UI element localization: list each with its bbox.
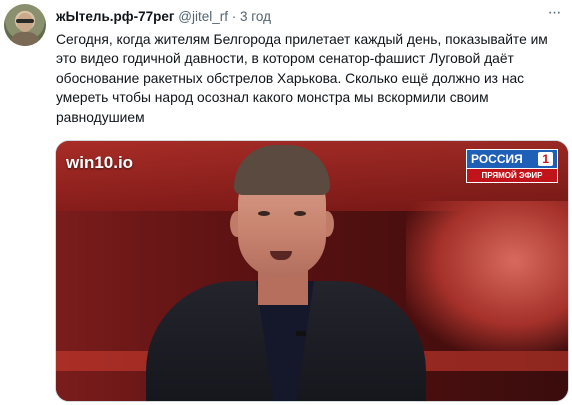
lapel-microphone bbox=[296, 331, 306, 336]
author-name[interactable]: жЫтель.рф-77рег bbox=[56, 9, 174, 24]
studio-light bbox=[406, 201, 568, 351]
speaker-figure bbox=[146, 141, 426, 401]
author-avatar[interactable] bbox=[4, 4, 46, 46]
channel-logo: РОССИЯ 1 ПРЯМОЙ ЭФИР bbox=[466, 149, 558, 183]
tweet-text: Сегодня, когда жителям Белгорода прилета… bbox=[56, 30, 564, 127]
separator-dot: · bbox=[231, 9, 237, 24]
tweet-header: жЫтель.рф-77рег @jitel_rf · 3 год bbox=[56, 9, 271, 24]
video-thumbnail[interactable]: win10.io РОССИЯ 1 ПРЯМОЙ ЭФИР bbox=[55, 140, 569, 402]
channel-name: РОССИЯ bbox=[471, 152, 523, 166]
more-options-icon[interactable]: ··· bbox=[544, 5, 564, 22]
channel-number: 1 bbox=[538, 152, 553, 166]
avatar-sunglasses bbox=[16, 19, 34, 23]
tweet-body: Сегодня, когда жителям Белгорода прилета… bbox=[56, 32, 548, 125]
watermark-text: win10.io bbox=[66, 153, 134, 172]
author-handle[interactable]: @jitel_rf bbox=[178, 9, 228, 24]
live-label: ПРЯМОЙ ЭФИР bbox=[466, 169, 558, 183]
speaker-hair bbox=[234, 145, 330, 195]
avatar-body bbox=[10, 32, 40, 46]
speaker-eye-right bbox=[294, 211, 306, 216]
speaker-eye-left bbox=[258, 211, 270, 216]
tweet-timestamp[interactable]: 3 год bbox=[240, 9, 271, 24]
channel-logo-top: РОССИЯ 1 bbox=[466, 149, 558, 169]
